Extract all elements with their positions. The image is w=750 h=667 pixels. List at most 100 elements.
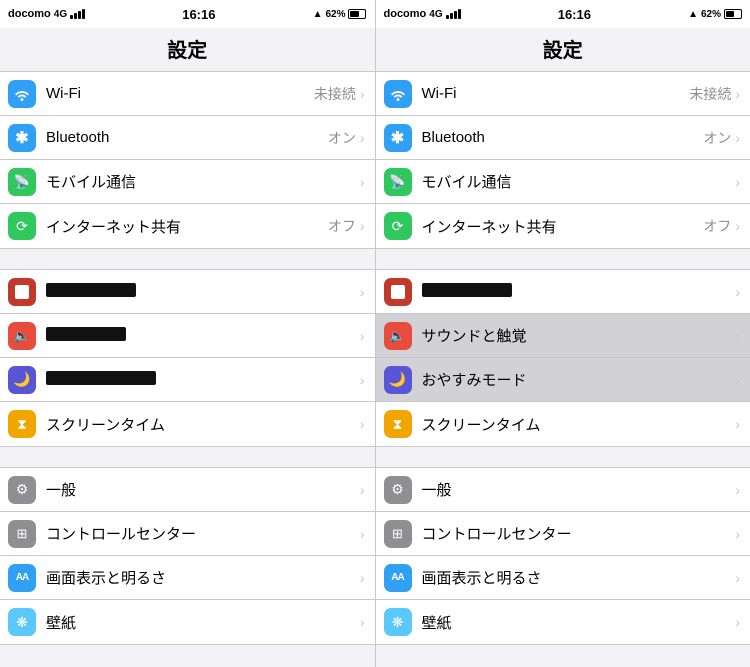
left-bt-icon: ✱ — [8, 124, 36, 152]
right-display-icon: AA — [384, 564, 412, 592]
left-row-display[interactable]: AA 画面表示と明るさ › — [0, 556, 375, 600]
left-battery-pct: 62% — [325, 9, 345, 20]
left-row-share[interactable]: ⟳ インターネット共有 オフ › — [0, 204, 375, 248]
left-mobile-label: モバイル通信 — [46, 171, 360, 192]
right-panel: docomo 4G 16:16 ▲ 62% 設定 Wi-Fi 未接続 — [376, 0, 750, 667]
left-screentime-label: スクリーンタイム — [46, 414, 360, 435]
right-row-wallpaper[interactable]: ❋ 壁紙 › — [376, 600, 750, 644]
right-wifi-value: 未接続 — [689, 84, 731, 104]
left-row-hidden2[interactable]: 🔈 › — [0, 314, 375, 358]
right-control-label: コントロールセンター — [422, 523, 736, 544]
right-row-wifi[interactable]: Wi-Fi 未接続 › — [376, 72, 750, 116]
right-wifi-label: Wi-Fi — [422, 85, 690, 102]
left-row-wallpaper[interactable]: ❋ 壁紙 › — [0, 600, 375, 644]
left-display-chevron: › — [360, 570, 365, 586]
left-row-screentime[interactable]: ⧗ スクリーンタイム › — [0, 402, 375, 446]
left-share-icon: ⟳ — [8, 212, 36, 240]
right-row-moon[interactable]: 🌙 おやすみモード › — [376, 358, 750, 402]
left-sound-icon: 🔈 — [8, 322, 36, 350]
left-signal-bars — [70, 9, 85, 19]
right-display-chevron: › — [735, 570, 740, 586]
right-sound-label: サウンドと触覚 — [422, 325, 736, 346]
left-wifi-value: 未接続 — [314, 84, 356, 104]
left-hidden2-chevron: › — [360, 328, 365, 344]
left-status-right: ▲ 62% — [313, 9, 367, 20]
right-row-display[interactable]: AA 画面表示と明るさ › — [376, 556, 750, 600]
left-wifi-label: Wi-Fi — [46, 85, 314, 102]
left-row-general[interactable]: ⚙ 一般 › — [0, 468, 375, 512]
right-general-icon: ⚙ — [384, 476, 412, 504]
right-screen-icon: ⧗ — [384, 410, 412, 438]
left-screen-icon: ⧗ — [8, 410, 36, 438]
right-mobile-label: モバイル通信 — [422, 171, 736, 192]
right-row-screentime[interactable]: ⧗ スクリーンタイム › — [376, 402, 750, 446]
right-mobile-icon: 📡 — [384, 168, 412, 196]
right-wallpaper-label: 壁紙 — [422, 612, 736, 633]
right-control-icon: ⊞ — [384, 520, 412, 548]
right-general-chevron: › — [735, 482, 740, 498]
right-group-misc: › 🔈 サウンドと触覚 › 🌙 おやすみモード › ⧗ スクリーンタイム › — [376, 269, 750, 447]
left-hidden3-label — [46, 371, 360, 389]
right-row-hidden1[interactable]: › — [376, 270, 750, 314]
right-page-title: 設定 — [376, 28, 750, 67]
right-battery-pct: 62% — [701, 9, 721, 20]
right-mobile-chevron: › — [735, 174, 740, 190]
left-row-hidden3[interactable]: 🌙 › — [0, 358, 375, 402]
left-redbox-icon — [8, 278, 36, 306]
left-share-value: オフ — [328, 216, 356, 236]
left-network: 4G — [54, 9, 67, 20]
left-spacer-2 — [0, 451, 375, 463]
left-hidden3-chevron: › — [360, 372, 365, 388]
right-wifi-chevron: › — [735, 86, 740, 102]
right-row-mobile[interactable]: 📡 モバイル通信 › — [376, 160, 750, 204]
left-bt-value: オン — [328, 128, 356, 148]
left-spacer-1 — [0, 253, 375, 265]
left-row-control[interactable]: ⊞ コントロールセンター › — [0, 512, 375, 556]
left-wallpaper-label: 壁紙 — [46, 612, 360, 633]
right-moon-label: おやすみモード — [422, 369, 736, 390]
left-hidden1-label — [46, 283, 360, 301]
right-bt-icon: ✱ — [384, 124, 412, 152]
left-status-bar: docomo 4G 16:16 ▲ 62% — [0, 0, 375, 28]
left-page-title: 設定 — [0, 28, 375, 67]
right-share-label: インターネット共有 — [422, 216, 704, 237]
right-row-share[interactable]: ⟳ インターネット共有 オフ › — [376, 204, 750, 248]
right-row-control[interactable]: ⊞ コントロールセンター › — [376, 512, 750, 556]
right-wifi-icon — [384, 80, 412, 108]
left-bt-chevron: › — [360, 130, 365, 146]
left-wifi-icon — [8, 80, 36, 108]
right-control-chevron: › — [735, 526, 740, 542]
left-group-misc: › 🔈 › 🌙 › ⧗ スクリーンタイム › — [0, 269, 375, 447]
left-general-icon: ⚙ — [8, 476, 36, 504]
right-time: 16:16 — [558, 7, 591, 22]
left-row-mobile[interactable]: 📡 モバイル通信 › — [0, 160, 375, 204]
left-share-chevron: › — [360, 218, 365, 234]
left-mobile-chevron: › — [360, 174, 365, 190]
right-share-icon: ⟳ — [384, 212, 412, 240]
left-group-system: ⚙ 一般 › ⊞ コントロールセンター › AA 画面表示と明るさ › ❋ 壁紙… — [0, 467, 375, 645]
right-wallpaper-chevron: › — [735, 614, 740, 630]
right-row-bluetooth[interactable]: ✱ Bluetooth オン › — [376, 116, 750, 160]
right-moon-chevron: › — [735, 372, 740, 388]
left-row-wifi[interactable]: Wi-Fi 未接続 › — [0, 72, 375, 116]
left-wallpaper-icon: ❋ — [8, 608, 36, 636]
left-time: 16:16 — [182, 7, 215, 22]
right-group-connectivity: Wi-Fi 未接続 › ✱ Bluetooth オン › 📡 モバイル通信 › … — [376, 71, 750, 249]
right-row-general[interactable]: ⚙ 一般 › — [376, 468, 750, 512]
left-hidden2-label — [46, 327, 360, 345]
left-control-icon: ⊞ — [8, 520, 36, 548]
right-bt-chevron: › — [735, 130, 740, 146]
right-moon-icon: 🌙 — [384, 366, 412, 394]
right-row-sound[interactable]: 🔈 サウンドと触覚 › — [376, 314, 750, 358]
right-gps-icon: ▲ — [688, 9, 698, 20]
right-display-label: 画面表示と明るさ — [422, 567, 736, 588]
right-status-right: ▲ 62% — [688, 9, 742, 20]
left-row-bluetooth[interactable]: ✱ Bluetooth オン › — [0, 116, 375, 160]
left-display-label: 画面表示と明るさ — [46, 567, 360, 588]
left-bt-label: Bluetooth — [46, 129, 328, 146]
left-general-chevron: › — [360, 482, 365, 498]
left-gps-icon: ▲ — [313, 9, 323, 20]
right-general-label: 一般 — [422, 479, 736, 500]
left-row-hidden1[interactable]: › — [0, 270, 375, 314]
right-hidden1-chevron: › — [735, 284, 740, 300]
